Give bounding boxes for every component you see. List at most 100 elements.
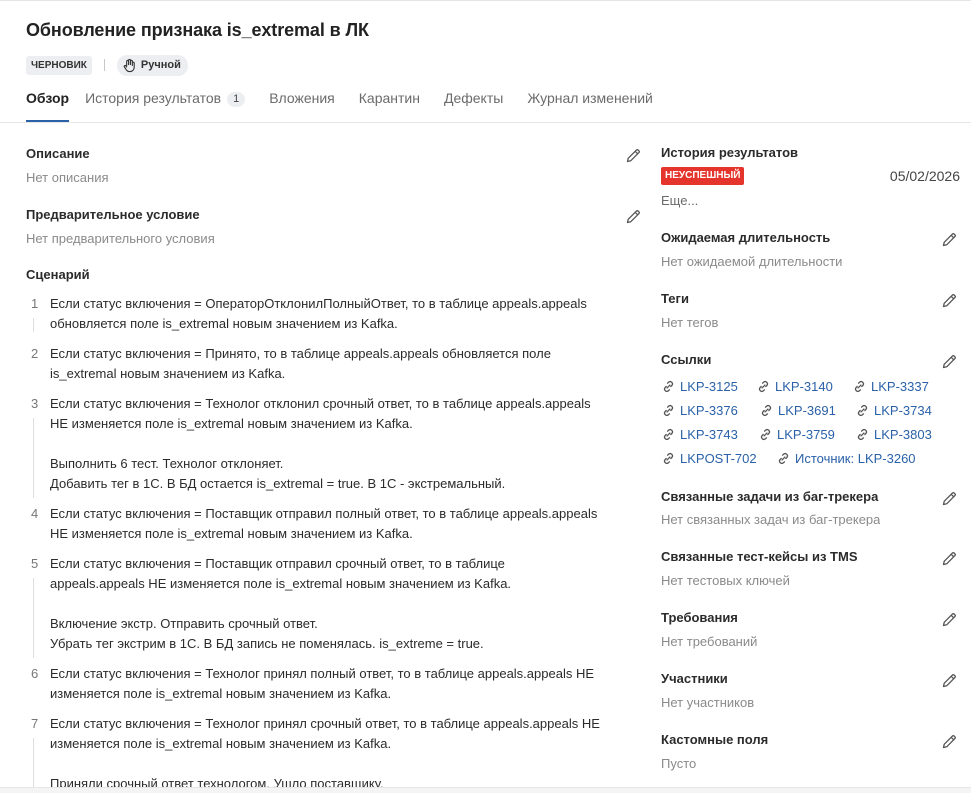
custom-fields-label: Кастомные поля bbox=[661, 732, 769, 747]
scenario-label: Сценарий bbox=[26, 267, 90, 282]
tab-label: Вложения bbox=[269, 90, 335, 106]
issue-link[interactable]: LKP-3743 bbox=[661, 427, 758, 442]
tab-quarantine[interactable]: Карантин bbox=[359, 88, 420, 122]
type-badge: Ручной bbox=[116, 54, 188, 76]
pencil-icon[interactable] bbox=[941, 293, 957, 309]
requirements-label: Требования bbox=[661, 610, 738, 625]
pencil-icon[interactable] bbox=[941, 551, 957, 567]
source-link[interactable]: Источник: LKP-3260 bbox=[776, 451, 916, 466]
scenario-step[interactable]: 7 Если статус включения = Технолог приня… bbox=[26, 714, 641, 789]
scenario-step[interactable]: 4 Если статус включения = Поставщик отпр… bbox=[26, 504, 641, 544]
custom-fields-value: Пусто bbox=[661, 756, 697, 771]
precondition-label: Предварительное условие bbox=[26, 207, 200, 222]
bug-tasks-label: Связанные задачи из баг-трекера bbox=[661, 489, 879, 504]
tab-defects[interactable]: Дефекты bbox=[444, 88, 503, 122]
tags-value: Нет тегов bbox=[661, 315, 719, 330]
badge-divider bbox=[103, 59, 105, 71]
tags-label: Теги bbox=[661, 291, 689, 306]
tab-label: История результатов bbox=[85, 90, 222, 106]
step-text: Если статус включения = Принято, то в та… bbox=[50, 346, 551, 381]
tab-overview[interactable]: Обзор bbox=[26, 88, 70, 122]
pencil-icon[interactable] bbox=[941, 354, 957, 370]
result-date: 05/02/2026 bbox=[889, 168, 960, 184]
tab-divider bbox=[0, 122, 971, 123]
tab-attachments[interactable]: Вложения bbox=[269, 88, 335, 122]
tms-value: Нет тестовых ключей bbox=[661, 573, 790, 588]
tab-bar: Обзор История результатов 1 Вложения Кара… bbox=[26, 88, 677, 124]
link-icon bbox=[857, 404, 868, 416]
link-icon bbox=[857, 428, 868, 440]
pencil-icon[interactable] bbox=[625, 148, 641, 164]
scenario-step[interactable]: 3 Если статус включения = Технолог откло… bbox=[26, 394, 641, 498]
step-number: 7 bbox=[26, 714, 42, 789]
pencil-icon[interactable] bbox=[941, 612, 957, 628]
issue-link[interactable]: LKP-3759 bbox=[758, 427, 855, 442]
step-number: 2 bbox=[31, 346, 39, 361]
description-label: Описание bbox=[26, 146, 90, 161]
result-status-badge: НЕУСПЕШНЫЙ bbox=[661, 167, 745, 185]
step-text: Если статус включения = Поставщик отправ… bbox=[50, 556, 512, 651]
scenario-step[interactable]: 5 Если статус включения = Поставщик отпр… bbox=[26, 554, 641, 658]
issue-link[interactable]: LKP-3125 bbox=[661, 379, 756, 394]
link-icon bbox=[761, 404, 772, 416]
issue-link[interactable]: LKP-3734 bbox=[855, 403, 932, 418]
pencil-icon[interactable] bbox=[941, 673, 957, 689]
status-badge: ЧЕРНОВИК bbox=[26, 55, 92, 75]
links-list: LKP-3125 LKP-3140 LKP-3337 LKP-3376 LKP-… bbox=[661, 374, 961, 470]
step-text: Если статус включения = Технолог принял … bbox=[50, 716, 600, 789]
members-value: Нет участников bbox=[661, 695, 755, 710]
requirements-value: Нет требований bbox=[661, 634, 758, 649]
issue-link[interactable]: LKP-3691 bbox=[759, 403, 855, 418]
top-border bbox=[0, 0, 971, 3]
description-value: Нет описания bbox=[26, 170, 109, 185]
tms-label: Связанные тест-кейсы из TMS bbox=[661, 549, 858, 564]
bug-tasks-value: Нет связанных задач из баг-трекера bbox=[661, 512, 881, 526]
scenario-step[interactable]: 1 Если статус включения = ОператорОтклон… bbox=[26, 294, 641, 334]
link-icon bbox=[663, 380, 674, 392]
pencil-icon[interactable] bbox=[941, 491, 957, 507]
links-label: Ссылки bbox=[661, 352, 712, 367]
tab-label: Обзор bbox=[26, 90, 70, 106]
step-text: Если статус включения = Технолог принял … bbox=[50, 666, 595, 701]
issue-link[interactable]: LKP-3140 bbox=[756, 379, 852, 394]
more-results-link[interactable]: Еще... bbox=[661, 193, 698, 208]
link-icon bbox=[854, 380, 865, 392]
step-number: 4 bbox=[31, 506, 39, 521]
tab-count-badge: 1 bbox=[227, 92, 246, 107]
tab-results-history[interactable]: История результатов 1 bbox=[85, 88, 246, 122]
duration-label: Ожидаемая длительность bbox=[661, 230, 831, 245]
step-number: 5 bbox=[26, 554, 42, 658]
issue-link[interactable]: LKP-3376 bbox=[661, 403, 759, 418]
badges: ЧЕРНОВИК Ручной bbox=[26, 54, 188, 76]
tab-label: Дефекты bbox=[443, 90, 504, 106]
bottom-scroll-area bbox=[0, 787, 971, 793]
tab-label: Карантин bbox=[358, 90, 420, 106]
scenario-step[interactable]: 6 Если статус включения = Технолог приня… bbox=[26, 664, 641, 704]
link-icon bbox=[663, 404, 674, 416]
page-title: Обновление признака is_extremal в ЛК bbox=[26, 20, 369, 40]
step-text: Если статус включения = Поставщик отправ… bbox=[50, 506, 598, 541]
hand-icon bbox=[123, 58, 135, 72]
link-icon bbox=[663, 452, 674, 464]
link-icon bbox=[758, 380, 769, 392]
pencil-icon[interactable] bbox=[941, 232, 957, 248]
step-text: Если статус включения = Технолог отклони… bbox=[50, 396, 591, 491]
history-label: История результатов bbox=[661, 145, 799, 160]
pencil-icon[interactable] bbox=[941, 734, 957, 750]
step-number: 3 bbox=[26, 394, 42, 498]
issue-link[interactable]: LKPOST-702 bbox=[661, 451, 776, 466]
pencil-icon[interactable] bbox=[625, 209, 641, 225]
scenario-step[interactable]: 2 Если статус включения = Принято, то в … bbox=[26, 344, 641, 384]
step-number: 1 bbox=[26, 294, 42, 334]
link-icon bbox=[760, 428, 771, 440]
scenario-steps: 1 Если статус включения = ОператорОтклон… bbox=[26, 294, 641, 789]
issue-link[interactable]: LKP-3337 bbox=[852, 379, 929, 394]
tab-changelog[interactable]: Журнал изменений bbox=[527, 88, 653, 122]
precondition-value: Нет предварительного условия bbox=[26, 231, 215, 246]
issue-link[interactable]: LKP-3803 bbox=[855, 427, 932, 442]
tab-label: Журнал изменений bbox=[527, 90, 653, 106]
link-icon bbox=[663, 428, 674, 440]
type-badge-label: Ручной bbox=[140, 58, 181, 71]
step-text: Если статус включения = ОператорОтклонил… bbox=[50, 296, 587, 331]
link-icon bbox=[778, 452, 789, 464]
